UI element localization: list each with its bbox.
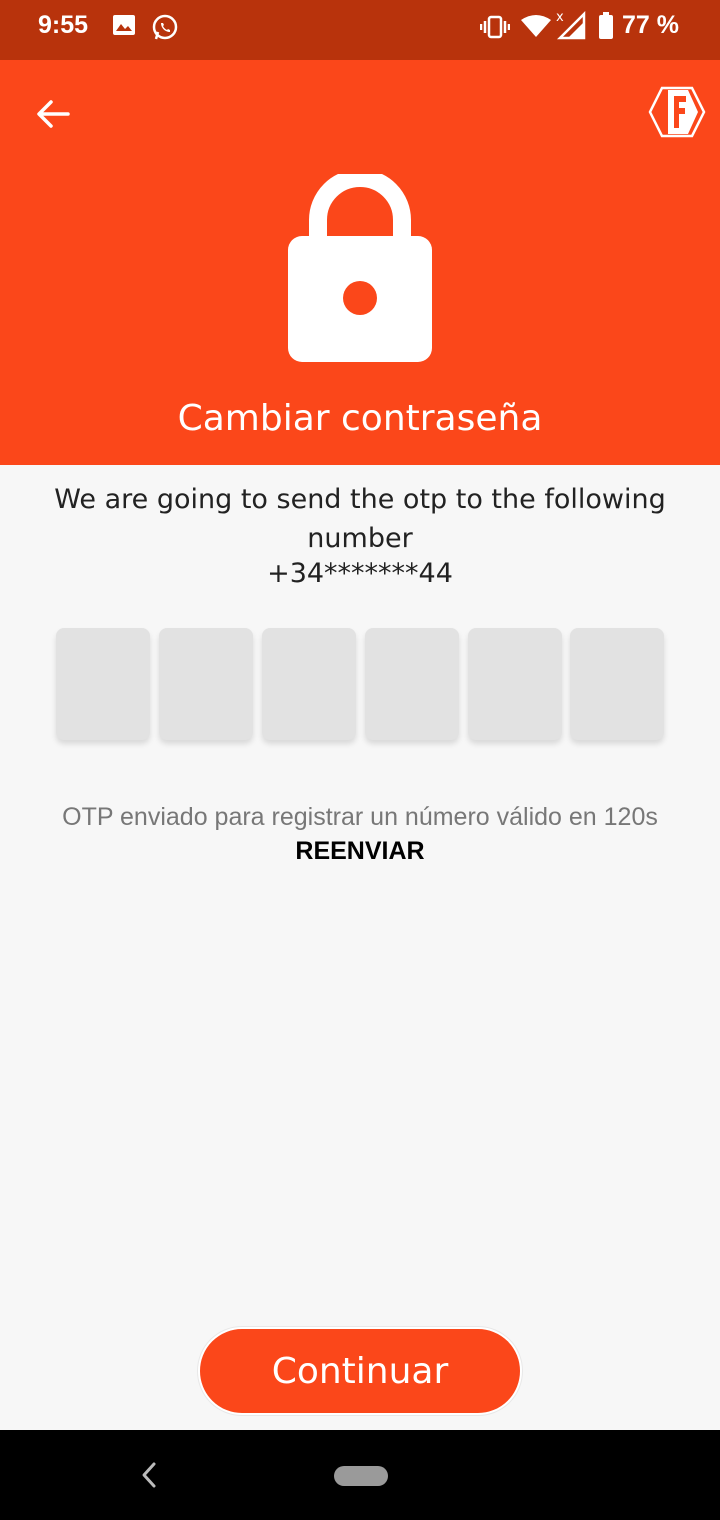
nav-back-icon[interactable] [136, 1460, 160, 1490]
svg-text:x: x [556, 10, 564, 25]
brand-logo[interactable] [648, 86, 706, 138]
page-title: Cambiar contraseña [177, 398, 543, 439]
resend-countdown-text: OTP enviado para registrar un número vál… [62, 803, 658, 831]
otp-info-text: We are going to send the otp to the foll… [54, 484, 666, 554]
continue-button[interactable]: Continuar [198, 1327, 522, 1415]
whatsapp-icon [152, 14, 178, 40]
otp-digit-4[interactable] [365, 628, 459, 740]
wifi-icon [521, 15, 551, 37]
otp-digit-5[interactable] [468, 628, 562, 740]
otp-digit-6[interactable] [570, 628, 664, 740]
resend-button[interactable]: REENVIAR [295, 837, 424, 865]
battery-percentage: 77 % [622, 11, 679, 39]
status-bar: 9:55 x 77 % [0, 0, 720, 60]
vibrate-icon [480, 15, 510, 39]
header: Cambiar contraseña [0, 60, 720, 465]
otp-digit-3[interactable] [262, 628, 356, 740]
status-time: 9:55 [38, 11, 89, 39]
resend-info: OTP enviado para registrar un número vál… [20, 800, 700, 868]
nav-home-pill[interactable] [334, 1466, 388, 1486]
lock-icon [288, 174, 432, 362]
otp-digit-2[interactable] [159, 628, 253, 740]
battery-icon [599, 12, 613, 39]
system-nav-bar [0, 1430, 720, 1520]
phone-number: +34*******44 [267, 558, 453, 589]
otp-digit-1[interactable] [56, 628, 150, 740]
image-icon [113, 15, 135, 35]
otp-input-row [56, 628, 664, 740]
signal-icon: x [556, 10, 586, 40]
back-button[interactable] [30, 92, 76, 136]
back-arrow-icon [37, 100, 70, 128]
